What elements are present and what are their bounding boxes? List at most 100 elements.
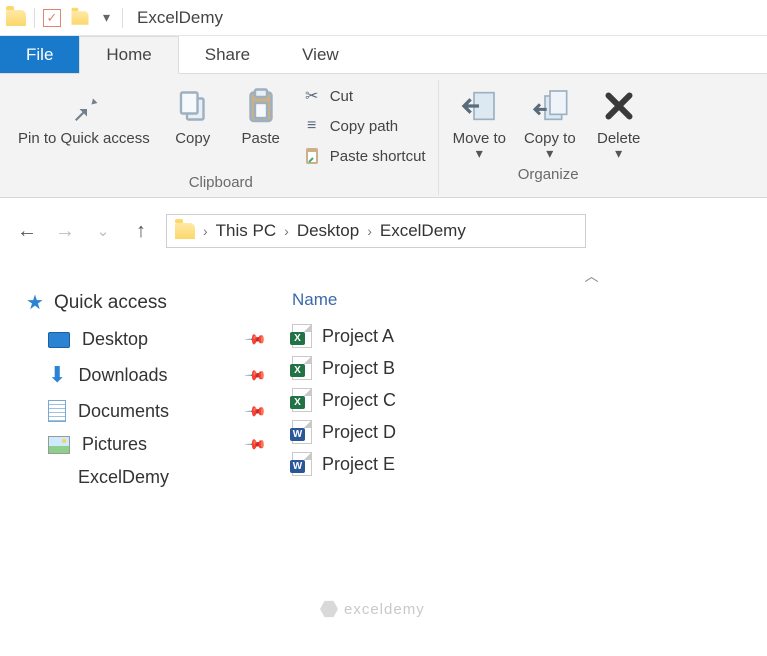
pictures-icon xyxy=(48,436,70,454)
delete-icon xyxy=(597,84,641,128)
breadcrumb-segment[interactable]: This PC xyxy=(216,221,276,241)
breadcrumb-bar[interactable]: › This PC › Desktop › ExcelDemy xyxy=(166,214,586,248)
sidebar-item-label: Documents xyxy=(78,401,169,422)
excel-file-icon: X xyxy=(292,388,312,412)
group-label: Organize xyxy=(518,160,579,187)
cut-button[interactable]: ✂ Cut xyxy=(298,84,430,108)
title-bar: ✓ ▾ ExcelDemy xyxy=(0,0,767,36)
sidebar-item-label: Quick access xyxy=(54,292,167,314)
sidebar-item-label: Downloads xyxy=(78,365,167,386)
paste-shortcut-button[interactable]: Paste shortcut xyxy=(298,144,430,168)
file-item[interactable]: W Project E xyxy=(286,448,767,480)
paste-button[interactable]: Paste xyxy=(230,80,292,149)
breadcrumb-segment[interactable]: Desktop xyxy=(297,221,359,241)
watermark-text: exceldemy xyxy=(344,601,425,618)
copy-button[interactable]: Copy xyxy=(162,80,224,149)
tab-view[interactable]: View xyxy=(276,36,365,73)
sidebar-item-label: ExcelDemy xyxy=(78,467,169,488)
cut-icon: ✂ xyxy=(302,86,322,106)
column-header-name[interactable]: Name xyxy=(286,288,767,320)
file-name: Project D xyxy=(322,422,396,443)
chevron-right-icon: › xyxy=(284,223,289,239)
file-item[interactable]: X Project A xyxy=(286,320,767,352)
file-name: Project E xyxy=(322,454,395,475)
tab-share[interactable]: Share xyxy=(179,36,276,73)
button-label: Copy path xyxy=(330,118,398,135)
paste-icon xyxy=(239,84,283,128)
word-file-icon: W xyxy=(292,420,312,444)
pin-icon: 📌 xyxy=(243,363,267,387)
copy-icon xyxy=(171,84,215,128)
breadcrumb-folder-icon xyxy=(175,223,195,239)
pin-icon: 📌 xyxy=(243,399,267,423)
desktop-icon xyxy=(48,332,70,348)
copy-path-icon: ≡ xyxy=(302,116,322,136)
sidebar-item-quick-access[interactable]: ★ Quick access xyxy=(20,286,270,323)
copy-to-icon xyxy=(528,84,572,128)
sidebar-item-pictures[interactable]: Pictures 📌 xyxy=(20,428,270,461)
main-area: ★ Quick access Desktop 📌 ⬇ Downloads 📌 D… xyxy=(0,260,767,524)
ribbon-group-clipboard: Pin to Quick access Copy Paste ✂ Cut xyxy=(4,80,438,195)
sidebar-item-downloads[interactable]: ⬇ Downloads 📌 xyxy=(20,356,270,394)
sidebar-item-desktop[interactable]: Desktop 📌 xyxy=(20,323,270,356)
ribbon: Pin to Quick access Copy Paste ✂ Cut xyxy=(0,74,767,198)
button-label: Pin to Quick access xyxy=(18,130,150,147)
file-item[interactable]: X Project B xyxy=(286,352,767,384)
nav-up-button[interactable]: ↑ xyxy=(128,218,154,244)
sort-indicator-icon[interactable]: ︿ xyxy=(416,262,767,288)
qat-properties-icon[interactable]: ✓ xyxy=(43,9,61,27)
dropdown-icon: ▾ xyxy=(546,149,553,157)
file-name: Project A xyxy=(322,326,394,347)
sidebar-item-label: Desktop xyxy=(82,329,148,350)
file-item[interactable]: X Project C xyxy=(286,384,767,416)
watermark-logo-icon xyxy=(320,600,338,618)
tab-label: View xyxy=(302,45,339,65)
documents-icon xyxy=(48,400,66,422)
pin-to-quick-access-button[interactable]: Pin to Quick access xyxy=(12,80,156,149)
excel-file-icon: X xyxy=(292,356,312,380)
pin-icon: 📌 xyxy=(243,327,267,351)
quick-access-star-icon: ★ xyxy=(26,290,44,315)
ribbon-group-organize: Move to ▾ Copy to ▾ Delete ▾ Organize xyxy=(438,80,658,195)
file-name: Project C xyxy=(322,390,396,411)
ribbon-tabs: File Home Share View xyxy=(0,36,767,74)
qat-new-folder-icon[interactable] xyxy=(69,9,91,27)
tab-home[interactable]: Home xyxy=(79,36,178,74)
dropdown-icon: ▾ xyxy=(615,149,622,157)
tab-file[interactable]: File xyxy=(0,36,79,73)
navigation-bar: ← → ⌄ ↑ › This PC › Desktop › ExcelDemy xyxy=(0,198,767,260)
file-item[interactable]: W Project D xyxy=(286,416,767,448)
button-label: Copy xyxy=(175,130,210,147)
copy-path-button[interactable]: ≡ Copy path xyxy=(298,114,430,138)
pin-icon: 📌 xyxy=(243,432,267,456)
tab-label: Share xyxy=(205,45,250,65)
tab-label: File xyxy=(26,45,53,65)
tab-label: Home xyxy=(106,45,151,65)
group-label: Clipboard xyxy=(189,168,253,195)
sidebar-item-exceldemy[interactable]: ExcelDemy xyxy=(20,461,270,494)
navigation-pane: ★ Quick access Desktop 📌 ⬇ Downloads 📌 D… xyxy=(20,262,270,494)
copy-to-button[interactable]: Copy to ▾ xyxy=(518,80,582,160)
qat-dropdown-icon[interactable]: ▾ xyxy=(99,9,114,26)
sidebar-item-documents[interactable]: Documents 📌 xyxy=(20,394,270,428)
dropdown-icon: ▾ xyxy=(476,149,483,157)
button-label: Paste xyxy=(242,130,280,147)
word-file-icon: W xyxy=(292,452,312,476)
move-to-icon xyxy=(457,84,501,128)
move-to-button[interactable]: Move to ▾ xyxy=(447,80,512,160)
nav-back-button[interactable]: ← xyxy=(14,218,40,244)
paste-shortcut-icon xyxy=(302,146,322,166)
button-label: Paste shortcut xyxy=(330,148,426,165)
nav-recent-dropdown[interactable]: ⌄ xyxy=(90,218,116,244)
button-label: Cut xyxy=(330,88,353,105)
excel-file-icon: X xyxy=(292,324,312,348)
sidebar-item-label: Pictures xyxy=(82,434,147,455)
nav-forward-button[interactable]: → xyxy=(52,218,78,244)
chevron-right-icon: › xyxy=(203,223,208,239)
watermark: exceldemy xyxy=(320,600,425,618)
delete-button[interactable]: Delete ▾ xyxy=(588,80,650,160)
breadcrumb-segment[interactable]: ExcelDemy xyxy=(380,221,466,241)
window-title: ExcelDemy xyxy=(131,8,223,28)
titlebar-divider xyxy=(34,8,35,28)
chevron-right-icon: › xyxy=(367,223,372,239)
